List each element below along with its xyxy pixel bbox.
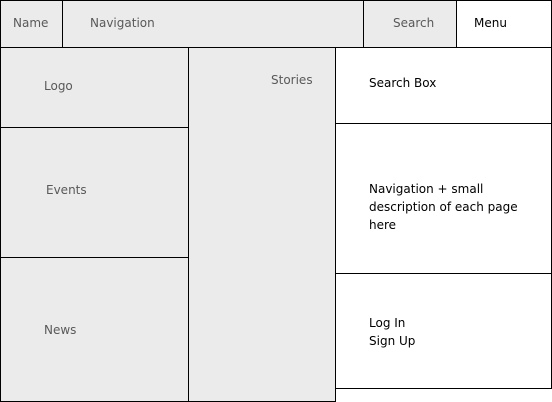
stories-panel: Stories [188, 47, 336, 402]
header-navigation-label: Navigation [90, 16, 155, 30]
news-panel: News [0, 257, 189, 402]
header-navigation-cell: Navigation [62, 0, 364, 48]
header-search-label: Search [393, 16, 435, 30]
events-label: Events [46, 183, 87, 197]
events-panel: Events [0, 127, 189, 258]
sign-up-label: Sign Up [369, 334, 416, 348]
header-menu-cell: Menu [456, 0, 552, 48]
auth-panel: Log In Sign Up [335, 273, 552, 389]
header-menu-label: Menu [474, 16, 507, 30]
navigation-description-label: Navigation + small description of each p… [369, 182, 518, 232]
search-box-label: Search Box [369, 76, 437, 90]
header-name-label: Name [13, 16, 49, 30]
header-name-cell: Name [0, 0, 63, 48]
header-search-cell: Search [363, 0, 457, 48]
news-label: News [44, 323, 77, 337]
search-box-panel: Search Box [335, 47, 552, 124]
stories-label: Stories [271, 73, 313, 87]
logo-label: Logo [44, 79, 73, 93]
logo-panel: Logo [0, 47, 189, 128]
navigation-description-panel: Navigation + small description of each p… [335, 123, 552, 274]
log-in-label: Log In [369, 316, 406, 330]
